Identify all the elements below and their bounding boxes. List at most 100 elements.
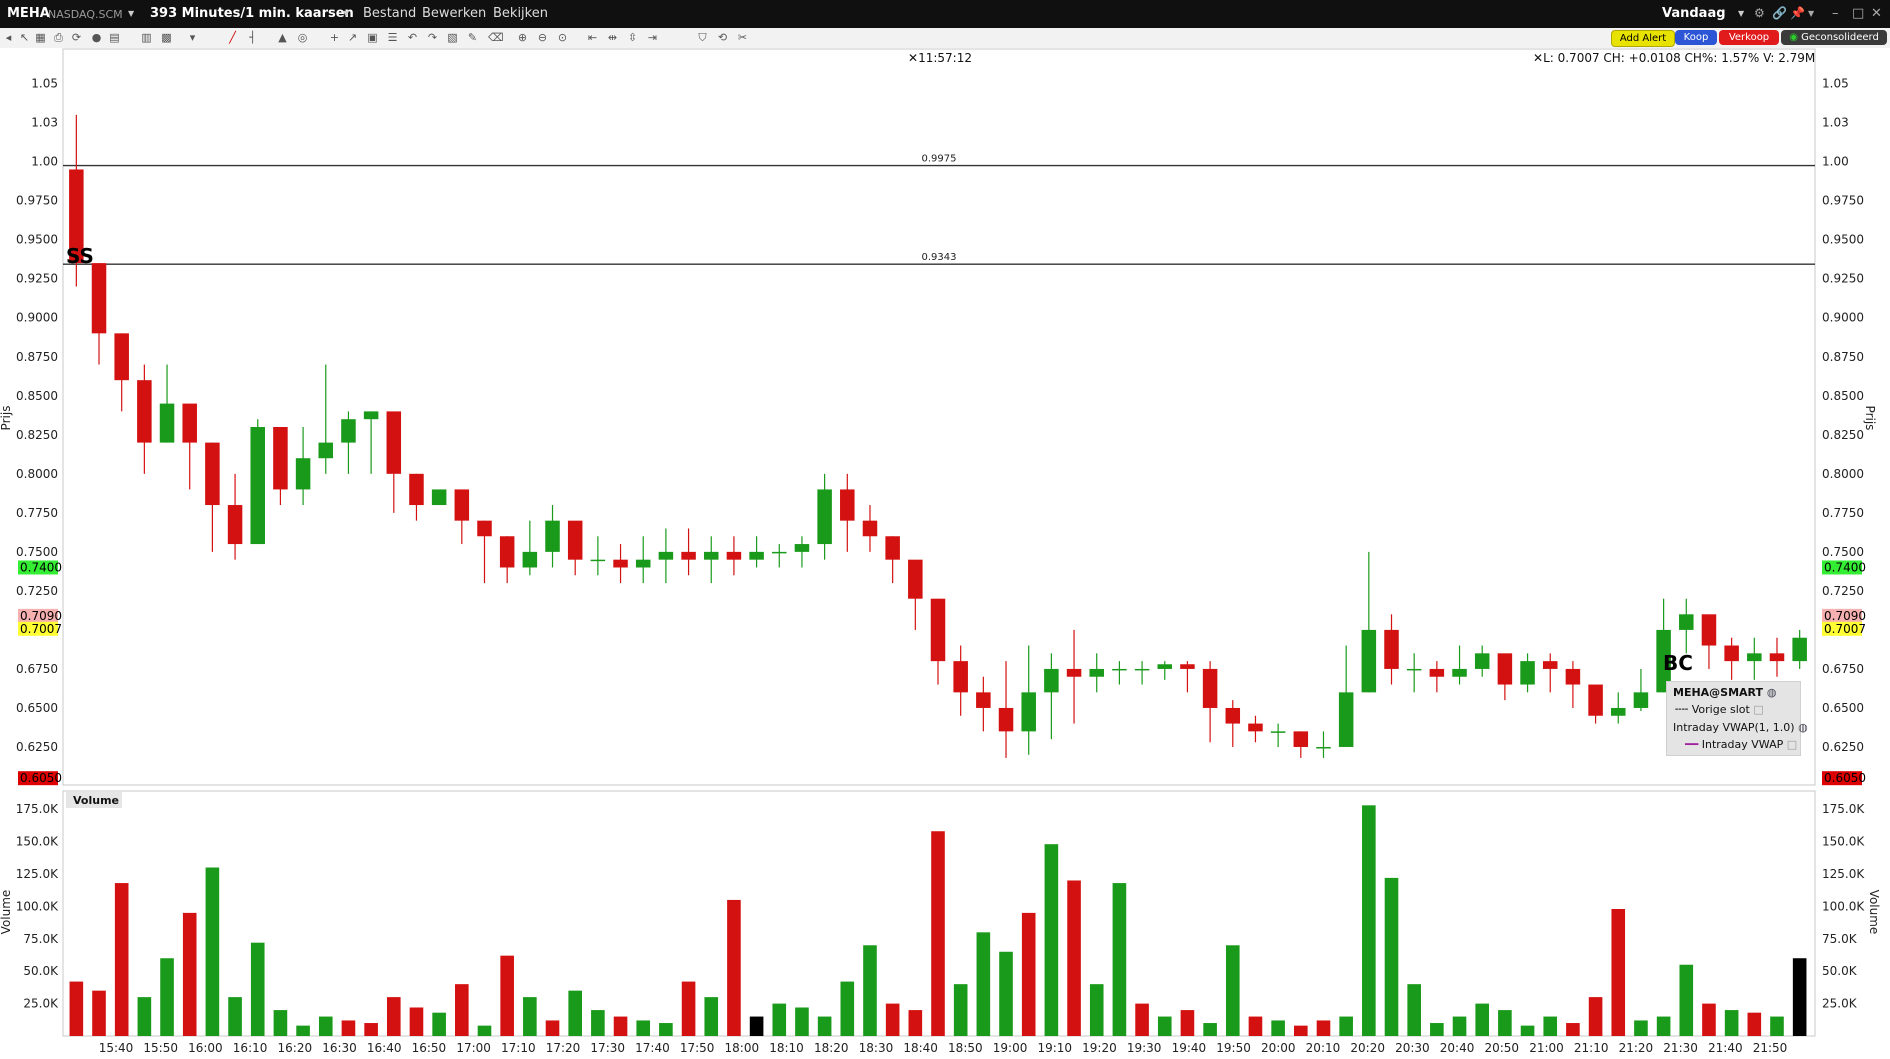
settings-icon[interactable]: ✂ — [736, 32, 749, 44]
time-tick-label: 17:20 — [546, 1041, 581, 1055]
target-icon[interactable]: ◎ — [296, 32, 309, 44]
range-label[interactable]: Vandaag — [1662, 6, 1726, 21]
circle-icon[interactable]: ● — [90, 32, 103, 44]
layout-icon[interactable]: ▤ — [108, 32, 121, 44]
print-icon[interactable]: ⎙ — [52, 32, 65, 44]
volume-bar — [500, 955, 514, 1036]
price-tick-label-right: 0.7750 — [1822, 506, 1864, 520]
price-tag-right-label: 0.7400 — [1824, 560, 1866, 574]
mountain-icon[interactable]: ▲ — [276, 32, 289, 44]
time-tick-label: 21:30 — [1663, 1041, 1698, 1055]
maximize-icon[interactable]: □ — [1852, 6, 1864, 21]
candle-body — [703, 551, 719, 560]
menu-bewerken[interactable]: Bewerken — [422, 6, 486, 21]
buy-button[interactable]: Koop — [1675, 30, 1717, 45]
undo-icon[interactable]: ↶ — [406, 32, 419, 44]
volume-bar — [1203, 1023, 1217, 1036]
time-tick-label: 20:40 — [1440, 1041, 1475, 1055]
volume-bar — [976, 932, 991, 1036]
checkbox-icon[interactable]: □ — [1753, 703, 1763, 716]
sell-button[interactable]: Verkoop — [1719, 30, 1779, 45]
quote-readout: ✕L: 0.7007 CH: +0.0108 CH%: 1.57% V: 2.7… — [1533, 51, 1815, 65]
volume-tick-label-right: 125.0K — [1822, 867, 1865, 881]
zoom-out-icon[interactable]: ⊖ — [536, 32, 549, 44]
minimize-icon[interactable]: – — [1832, 6, 1839, 21]
crosshair-time-value: 11:57:12 — [918, 51, 972, 65]
zoom-in-icon[interactable]: ⊕ — [516, 32, 529, 44]
menu-bestand[interactable]: Bestand — [363, 6, 416, 21]
dropdown-icon[interactable]: ▾ — [186, 32, 199, 44]
bars-icon[interactable]: ▩ — [160, 32, 173, 44]
gear-icon[interactable]: ⚙ — [1754, 6, 1765, 20]
volume-bar — [1498, 1010, 1512, 1036]
draw-line-icon[interactable]: ╱ — [226, 32, 239, 44]
volume-bar — [1157, 1016, 1172, 1036]
legend-box[interactable]: MEHA@SMART ◍ ╌╌ Vorige slot □ Intraday V… — [1666, 681, 1808, 756]
reference-line-label: 0.9343 — [922, 252, 957, 263]
checkbox-icon-2[interactable]: □ — [1787, 738, 1797, 751]
pen-icon[interactable]: ✎ — [466, 32, 479, 44]
add-alert-button[interactable]: Add Alert — [1611, 30, 1675, 47]
volume-bar — [92, 990, 106, 1036]
zoom-fit-icon[interactable]: ⊙ — [556, 32, 569, 44]
cursor-icon[interactable]: ↖ — [18, 32, 31, 44]
menu-bekijken[interactable]: Bekijken — [493, 6, 548, 21]
scroll-icon[interactable]: ⇹ — [606, 32, 619, 44]
globe-icon-2[interactable]: ◍ — [1798, 721, 1808, 734]
split-icon[interactable]: ⇳ — [626, 32, 639, 44]
list-icon[interactable]: ☰ — [386, 32, 399, 44]
box-icon[interactable]: ▣ — [366, 32, 379, 44]
period-dropdown-icon[interactable]: ▼ — [343, 9, 349, 18]
pin-icon[interactable]: 📌 — [1790, 6, 1805, 20]
time-tick-label: 20:20 — [1350, 1041, 1385, 1055]
volume-bar — [1089, 984, 1104, 1036]
crosshair-icon[interactable]: + — [328, 32, 341, 44]
shield-icon[interactable]: ⛉ — [696, 32, 709, 44]
scroll-end-icon[interactable]: ⇥ — [646, 32, 659, 44]
price-tick-label-left: 0.8500 — [16, 389, 58, 403]
crosshair-time: ✕11:57:12 — [908, 51, 972, 65]
sync-icon[interactable]: ⟲ — [716, 32, 729, 44]
volume-bar — [1475, 1003, 1490, 1036]
ohlc-icon[interactable]: ┤ — [246, 32, 259, 44]
link-icon[interactable]: 🔗 — [1772, 6, 1787, 20]
consolidated-button[interactable]: ◉ Geconsolideerd — [1781, 30, 1887, 45]
volume-bar — [182, 912, 197, 1036]
chart-type-icon[interactable]: ▥ — [140, 32, 153, 44]
symbol-dropdown-icon[interactable]: ▼ — [128, 9, 134, 18]
volume-bar — [1339, 1016, 1353, 1036]
price-axis-title-right: Prijs — [1863, 406, 1877, 431]
volume-bar — [1679, 964, 1694, 1036]
volume-bar — [273, 1010, 288, 1036]
exchange-label[interactable]: NASDAQ.SCM — [48, 8, 123, 21]
erase-icon[interactable]: ⌫ — [488, 32, 504, 44]
candle-body — [227, 505, 243, 545]
globe-icon[interactable]: ◍ — [1767, 686, 1777, 699]
range-dropdown-icon[interactable]: ▼ — [1738, 9, 1744, 18]
volume-bar — [908, 1010, 923, 1036]
volume-bar — [1747, 1012, 1762, 1036]
scroll-start-icon[interactable]: ⇤ — [586, 32, 599, 44]
price-tick-label-left: 1.05 — [31, 77, 58, 91]
redo-icon[interactable]: ↷ — [426, 32, 439, 44]
candle-body — [1225, 707, 1241, 724]
fib-icon[interactable]: ▧ — [446, 32, 459, 44]
candle-body — [567, 520, 583, 560]
close-icon[interactable]: ✕ — [1871, 6, 1882, 21]
volume-tick-label-left: 150.0K — [16, 835, 59, 849]
period-label[interactable]: 393 Minutes/1 min. kaarsen — [150, 6, 354, 21]
arrow-left-icon[interactable]: ◂ — [2, 32, 15, 44]
symbol-label[interactable]: MEHA — [7, 6, 50, 21]
time-tick-label: 21:20 — [1619, 1041, 1654, 1055]
price-tick-label-left: 0.9250 — [16, 272, 58, 286]
price-tick-label-left: 0.8750 — [16, 350, 58, 364]
chart-area[interactable]: 1.05 1.05 1.03 1.03 1.00 1.00 0.9750 0.9750 0.95… — [0, 48, 1890, 1059]
window-menu-icon[interactable]: ▼ — [1808, 9, 1814, 18]
volume-bar — [1656, 1016, 1671, 1036]
volume-bar — [1430, 1023, 1444, 1036]
chart-background — [0, 48, 1890, 1059]
trend-icon[interactable]: ↗ — [346, 32, 359, 44]
grid-icon[interactable]: ▦ — [34, 32, 47, 44]
refresh-icon[interactable]: ⟳ — [70, 32, 83, 44]
candle-body — [1452, 668, 1467, 677]
